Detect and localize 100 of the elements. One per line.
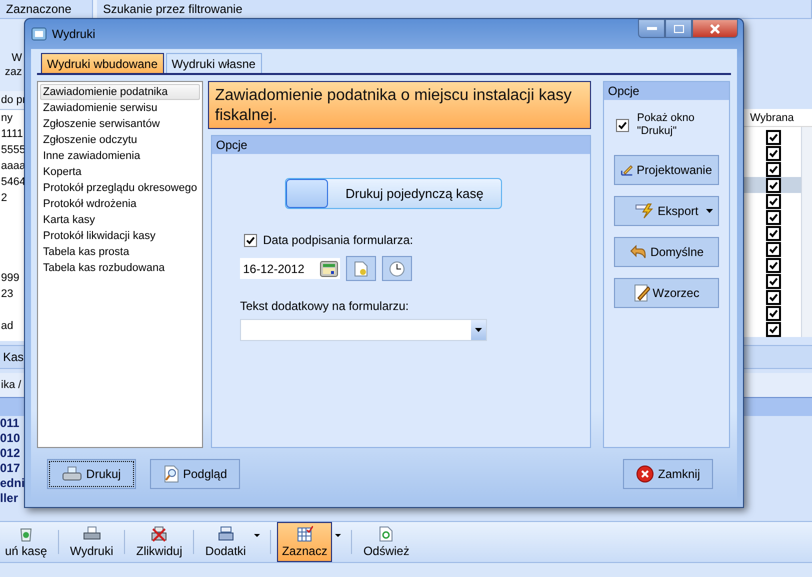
checkbox[interactable]	[766, 194, 781, 208]
column-header: Wybrana	[750, 112, 794, 124]
table-cell-text: ad	[0, 319, 14, 334]
document-icon	[354, 260, 368, 276]
dropdown-arrow-icon[interactable]	[335, 534, 342, 537]
table-row[interactable]	[742, 177, 801, 193]
close-icon	[710, 24, 720, 34]
table-cell-text: 5464	[0, 175, 26, 190]
table-cell-text: 23	[0, 287, 14, 302]
toolbar-button[interactable]: uń kasę	[0, 522, 52, 562]
table-cell: 012	[0, 446, 20, 461]
checkmark-icon	[246, 236, 255, 244]
refresh-icon	[379, 526, 394, 542]
list-item[interactable]: Tabela kas prosta	[40, 244, 200, 260]
print-single-button[interactable]: Drukuj pojedynczą kasę	[285, 178, 502, 209]
cash-register-icon	[216, 526, 235, 542]
table-cell-text: 999	[0, 271, 20, 286]
checkbox[interactable]	[766, 162, 781, 176]
table-cell-text: 1111	[0, 127, 24, 142]
list-item[interactable]: Zgłoszenie odczytu	[40, 132, 200, 148]
checkbox[interactable]	[766, 130, 781, 144]
date-field[interactable]: 16-12-2012	[240, 258, 340, 279]
table-cell: 011	[0, 416, 20, 431]
toolbar-button[interactable]: Odśwież	[358, 522, 414, 562]
checkbox[interactable]	[766, 210, 781, 224]
window-title: Wydruki	[52, 27, 96, 41]
close-button[interactable]	[692, 19, 738, 38]
lightning-icon	[634, 203, 655, 219]
label-fragment: zaz	[4, 65, 22, 79]
checkbox[interactable]	[766, 146, 781, 160]
list-item[interactable]: Karta kasy	[40, 212, 200, 228]
calendar-icon	[320, 260, 338, 276]
dialog-button[interactable]: Zamknij	[623, 459, 713, 489]
tab[interactable]: Wydruki wbudowane	[41, 53, 164, 73]
panel-header: Opcje	[212, 136, 590, 154]
dropdown-arrow-icon[interactable]	[254, 534, 260, 537]
table-cell: ller	[0, 491, 18, 506]
icon-button[interactable]	[382, 256, 412, 281]
printer-icon	[82, 526, 101, 542]
dialog-button[interactable]: Podgląd	[150, 459, 240, 489]
tab[interactable]: Wydruki własne	[166, 53, 262, 73]
panel-tab[interactable]: Kas	[0, 350, 24, 364]
list-item[interactable]: Zawiadomienie podatnika	[40, 84, 200, 100]
list-item[interactable]: Koperta	[40, 164, 200, 180]
undo-icon	[629, 245, 648, 259]
pencil-paper-icon	[634, 284, 650, 302]
printer-icon	[62, 466, 82, 482]
panel-tab[interactable]: Szukanie przez filtrowanie	[97, 0, 812, 18]
field-label: Tekst dodatkowy na formularzu:	[240, 299, 410, 313]
report-heading: Zawiadomienie podatnika o miejscu instalacji kasy fiskalnej.	[208, 81, 591, 129]
list-item[interactable]: Inne zawiadomienia	[40, 148, 200, 164]
dropdown-arrow-icon	[475, 328, 482, 332]
panel-header: Opcje	[604, 82, 729, 100]
toolbar-button[interactable]: Zlikwiduj	[131, 522, 188, 562]
checkbox[interactable]	[766, 274, 781, 288]
list-item[interactable]: Zawiadomienie serwisu	[40, 100, 200, 116]
list-item[interactable]: Protokół wdrożenia	[40, 196, 200, 212]
list-item[interactable]: Protokół likwidacji kasy	[40, 228, 200, 244]
table-cell: 017	[0, 461, 20, 476]
minimize-button[interactable]	[638, 19, 665, 38]
list-item[interactable]: Zgłoszenie serwisantów	[40, 116, 200, 132]
minimize-icon	[646, 26, 656, 30]
checkmark-icon	[618, 120, 627, 130]
checkbox[interactable]	[616, 118, 629, 132]
checkbox[interactable]	[766, 258, 781, 272]
table-cell: edni	[0, 476, 25, 491]
panel-tab[interactable]: Zaznaczone	[0, 0, 93, 18]
icon-button[interactable]	[346, 256, 376, 281]
checkbox[interactable]	[766, 226, 781, 240]
maximize-button[interactable]	[665, 19, 692, 38]
dropdown-arrow-icon[interactable]	[706, 209, 713, 213]
maximize-icon	[674, 24, 684, 32]
checkbox[interactable]	[766, 178, 781, 192]
checkbox[interactable]	[766, 290, 781, 304]
list-item[interactable]: Tabela kas rozbudowana	[40, 260, 200, 276]
table-cell-text: 2	[0, 191, 8, 206]
checkbox[interactable]	[766, 306, 781, 320]
checkbox-label: Data podpisania formularza:	[263, 233, 414, 247]
toolbar-button[interactable]: Wydruki	[65, 522, 118, 562]
scrollbar[interactable]	[801, 127, 812, 337]
table-cell-text: ny	[0, 111, 14, 126]
cash-register-icon	[150, 526, 168, 542]
app-icon	[31, 26, 47, 42]
panel-button[interactable]: Eksport	[614, 196, 719, 226]
checkbox[interactable]	[244, 234, 257, 246]
toolbar-button[interactable]: Dodatki	[200, 522, 251, 562]
checkbox[interactable]	[766, 322, 781, 336]
list-item[interactable]: Protokół przeglądu okresowego	[40, 180, 200, 196]
checkbox[interactable]	[766, 242, 781, 256]
trash-icon	[18, 526, 34, 542]
panel-button[interactable]: Projektowanie	[614, 155, 719, 185]
dialog-button[interactable]: Drukuj	[47, 459, 136, 489]
clock-icon	[389, 260, 405, 276]
checkbox-label: Pokaż okno "Drukuj"	[637, 112, 696, 138]
panel-button[interactable]: Domyślne	[614, 237, 719, 267]
label-fragment: W	[12, 51, 22, 65]
magnifier-icon	[162, 465, 179, 483]
column-header: ika /	[1, 379, 22, 391]
toolbar-button[interactable]: Zaznacz	[276, 522, 332, 562]
panel-button[interactable]: Wzorzec	[614, 278, 719, 308]
